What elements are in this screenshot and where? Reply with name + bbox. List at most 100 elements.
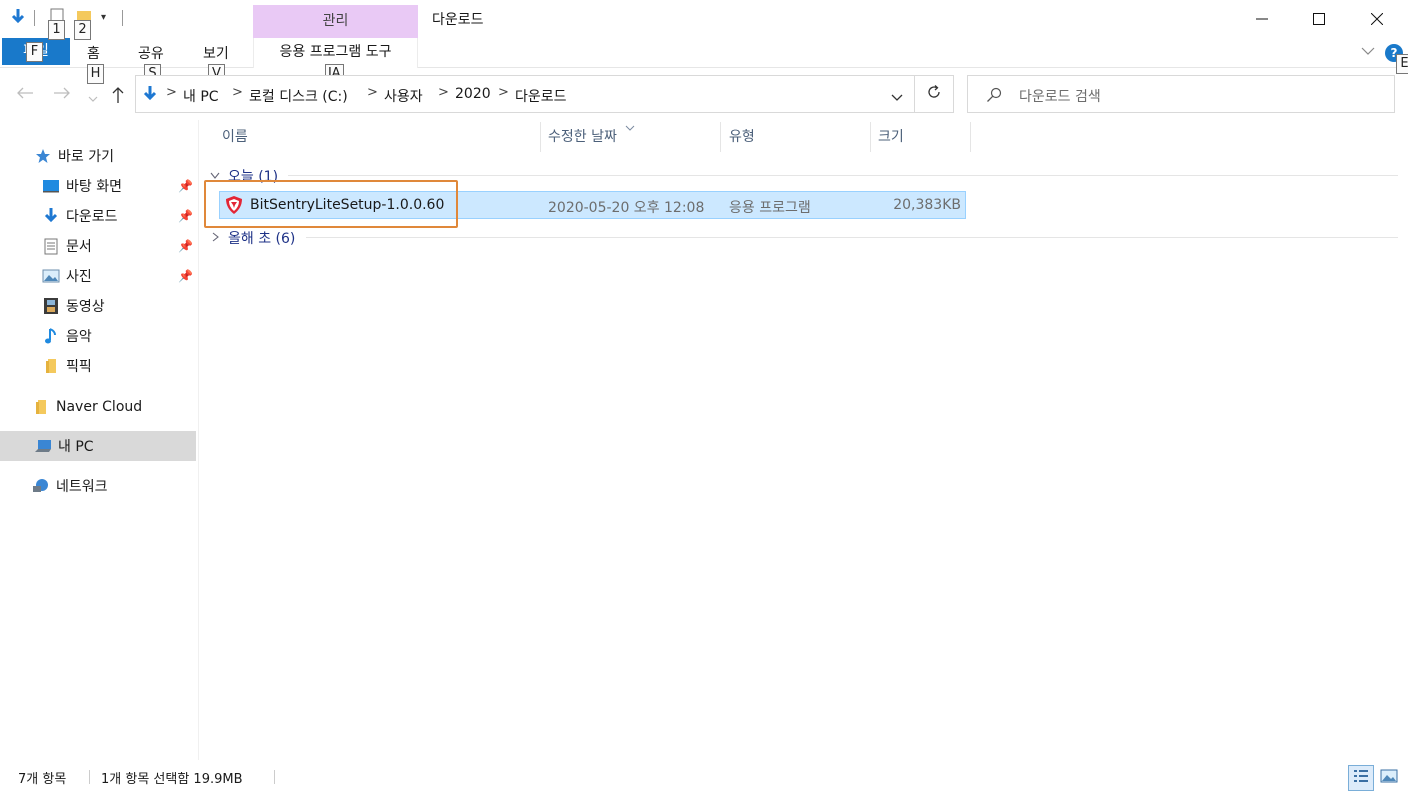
- recent-locations-chevron-icon[interactable]: [88, 88, 98, 109]
- large-icons-view-icon: [1380, 769, 1398, 787]
- status-item-count: 7개 항목: [18, 772, 67, 787]
- search-icon: [986, 87, 1002, 107]
- forward-arrow-icon[interactable]: [53, 84, 71, 105]
- expand-ribbon-chevron-icon[interactable]: [1361, 44, 1375, 60]
- pane-divider[interactable]: [198, 120, 199, 760]
- nav-item-documents[interactable]: 문서 📌: [0, 231, 196, 261]
- nav-item-desktop[interactable]: 바탕 화면 📌: [0, 171, 196, 201]
- nav-label: Naver Cloud: [56, 399, 143, 415]
- nav-item-downloads[interactable]: 다운로드 📌: [0, 201, 196, 231]
- nav-item-videos[interactable]: 동영상: [0, 291, 196, 321]
- status-selection: 1개 항목 선택함 19.9MB: [101, 772, 243, 787]
- tab-share[interactable]: 공유: [138, 43, 164, 63]
- file-date: 2020-05-20 오후 12:08: [548, 200, 705, 216]
- film-icon: [40, 297, 62, 315]
- nav-label: 내 PC: [58, 439, 94, 455]
- address-history-chevron-icon[interactable]: [891, 90, 903, 106]
- maximize-button[interactable]: [1290, 0, 1348, 38]
- toolbar-divider: [122, 10, 123, 26]
- nav-label: 바탕 화면: [66, 179, 122, 195]
- download-arrow-icon: [40, 207, 62, 225]
- computer-icon: [32, 437, 54, 455]
- toolbar-divider: [34, 10, 35, 26]
- search-box[interactable]: 다운로드 검색: [967, 75, 1395, 113]
- breadcrumb-this-pc[interactable]: 내 PC: [183, 86, 219, 106]
- nav-quick-access[interactable]: 바로 가기: [0, 141, 196, 171]
- keytip-qa2: 2: [74, 20, 91, 40]
- nav-item-pictures[interactable]: 사진 📌: [0, 261, 196, 291]
- nav-network[interactable]: 네트워크: [0, 471, 196, 501]
- large-icons-view-button[interactable]: [1376, 765, 1402, 791]
- nav-item-music[interactable]: 음악: [0, 321, 196, 351]
- group-expand-chevron-icon[interactable]: [212, 230, 220, 246]
- keytip-qa1: 1: [48, 20, 65, 40]
- back-arrow-icon[interactable]: [16, 84, 34, 105]
- status-divider: [274, 770, 275, 784]
- group-divider: [306, 237, 1398, 238]
- breadcrumb-separator[interactable]: >: [498, 85, 509, 100]
- title-bar: ▾ 관리 다운로드: [0, 0, 1408, 38]
- breadcrumb-downloads[interactable]: 다운로드: [515, 86, 567, 106]
- breadcrumb-local-disk[interactable]: 로컬 디스크 (C:): [249, 86, 348, 106]
- tab-view[interactable]: 보기: [203, 43, 229, 63]
- download-folder-icon: [142, 85, 158, 107]
- search-input[interactable]: 다운로드 검색: [1019, 86, 1101, 106]
- column-header-type[interactable]: 유형: [729, 120, 870, 154]
- keytip-home: H: [87, 64, 104, 84]
- details-view-button[interactable]: [1348, 765, 1374, 791]
- customize-toolbar-chevron-icon[interactable]: ▾: [101, 12, 106, 23]
- minimize-button[interactable]: [1233, 0, 1291, 38]
- close-button[interactable]: [1348, 0, 1406, 38]
- folder-icon: [30, 398, 52, 416]
- nav-label: 다운로드: [66, 209, 118, 225]
- breadcrumb-separator[interactable]: >: [367, 85, 378, 100]
- music-note-icon: [40, 327, 62, 345]
- column-header-size[interactable]: 크기: [878, 120, 970, 154]
- file-size: 20,383KB: [893, 197, 961, 213]
- column-divider[interactable]: [870, 122, 871, 152]
- refresh-button[interactable]: [915, 75, 954, 113]
- pin-icon[interactable]: 📌: [178, 269, 193, 283]
- column-divider[interactable]: [970, 122, 971, 152]
- nav-label: 동영상: [66, 299, 105, 315]
- nav-label: 바로 가기: [58, 149, 114, 165]
- document-icon: [40, 237, 62, 255]
- window-title: 다운로드: [432, 12, 484, 28]
- folder-icon: [40, 357, 62, 375]
- nav-label: 음악: [66, 329, 92, 345]
- file-type: 응용 프로그램: [729, 200, 811, 216]
- column-divider[interactable]: [720, 122, 721, 152]
- keytip-file: F: [26, 42, 43, 62]
- nav-naver-cloud[interactable]: Naver Cloud: [0, 392, 196, 422]
- group-header-earlier-this-year[interactable]: 올해 초 (6): [228, 228, 295, 248]
- breadcrumb-separator[interactable]: >: [232, 85, 243, 100]
- column-divider[interactable]: [540, 122, 541, 152]
- nav-label: 사진: [66, 269, 92, 285]
- network-icon: [30, 477, 52, 495]
- up-arrow-icon[interactable]: [111, 86, 125, 109]
- address-bar[interactable]: > 내 PC > 로컬 디스크 (C:) > 사용자 > 2020 > 다운로드: [135, 75, 915, 113]
- pin-icon[interactable]: 📌: [178, 209, 193, 223]
- group-divider: [288, 175, 1398, 176]
- quick-access-download-icon[interactable]: [10, 8, 26, 30]
- tab-home[interactable]: 홈: [87, 43, 100, 63]
- breadcrumb-separator[interactable]: >: [166, 85, 177, 100]
- nav-label: 네트워크: [56, 479, 108, 495]
- nav-item-picpick[interactable]: 픽픽: [0, 351, 196, 381]
- status-divider: [89, 770, 90, 784]
- tab-manage[interactable]: 관리: [253, 5, 418, 38]
- breadcrumb-2020[interactable]: 2020: [455, 86, 491, 102]
- refresh-icon: [926, 84, 942, 105]
- highlight-annotation: [204, 180, 458, 228]
- breadcrumb-users[interactable]: 사용자: [384, 86, 423, 106]
- pin-icon[interactable]: 📌: [178, 179, 193, 193]
- column-header-name[interactable]: 이름: [222, 120, 540, 154]
- desktop-icon: [40, 177, 62, 195]
- pin-icon[interactable]: 📌: [178, 239, 193, 253]
- nav-label: 픽픽: [66, 359, 92, 375]
- nav-this-pc[interactable]: 내 PC: [0, 431, 196, 461]
- star-icon: [32, 147, 54, 165]
- sort-chevron-icon: [625, 119, 635, 135]
- breadcrumb-separator[interactable]: >: [438, 85, 449, 100]
- keytip-help: E: [1396, 54, 1408, 74]
